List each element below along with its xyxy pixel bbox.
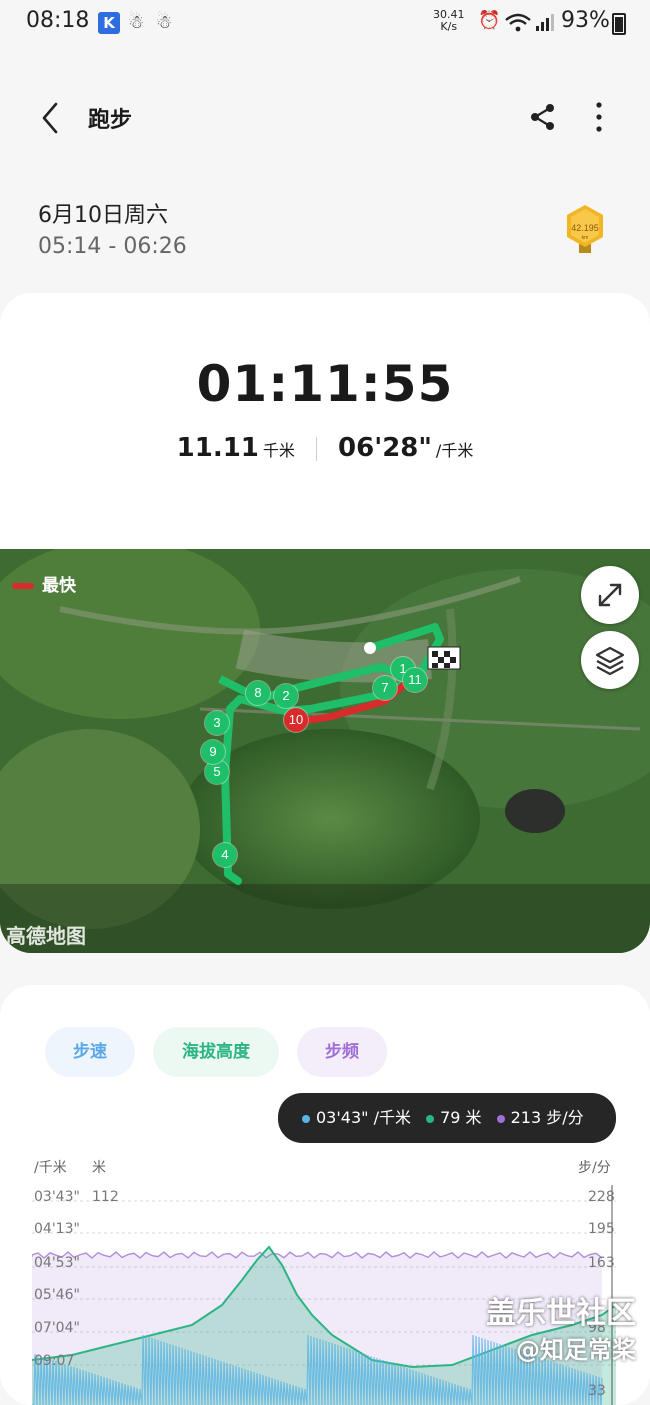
km-marker-2: 2: [274, 684, 298, 708]
map-provider-watermark: 高德地图: [6, 924, 86, 948]
battery-icon: [612, 13, 626, 35]
km-marker-5: 5: [205, 760, 229, 784]
app-bar: 跑步: [0, 80, 650, 152]
pace-unit: /千米: [435, 441, 474, 460]
page-watermark-line1: 盖乐世社区: [486, 1296, 636, 1331]
divider: [315, 436, 317, 461]
page-title: 跑步: [88, 108, 133, 133]
expand-map-button[interactable]: [581, 566, 639, 624]
medal-unit: km: [582, 235, 589, 241]
wifi-icon: [505, 13, 531, 32]
marathon-medal-icon[interactable]: 42.195 km: [561, 203, 609, 255]
tab-pace[interactable]: 步速: [45, 1027, 135, 1077]
signal-icon: [536, 14, 554, 31]
finish-flag-icon: [427, 646, 461, 670]
notification-icon: ☃: [156, 12, 173, 33]
clock: 08:18: [26, 8, 90, 33]
altitude-tick: 112: [92, 1189, 119, 1205]
altitude-dot: [426, 1114, 435, 1123]
cadence-tick: 228: [588, 1189, 615, 1205]
summary-card: 01:11:55 11.11 千米 06'28"/千米 最快 1 2 3 4 5…: [0, 293, 650, 953]
total-duration: 01:11:55: [196, 355, 454, 413]
app-badge-icon: K: [98, 12, 120, 34]
tab-altitude[interactable]: 海拔高度: [153, 1027, 279, 1077]
cadence-dot: [496, 1114, 505, 1123]
pace-axis-unit: /千米: [34, 1160, 67, 1176]
distance-pace-row: 11.11 千米 06'28"/千米: [0, 433, 650, 463]
average-pace: 06'28": [338, 433, 432, 463]
medal-label: 42.195: [571, 223, 599, 233]
more-options-icon[interactable]: [588, 100, 610, 134]
km-marker-11: 11: [403, 668, 427, 692]
km-marker-9: 9: [201, 740, 225, 764]
tab-cadence[interactable]: 步频: [297, 1027, 387, 1077]
pace-tick: 05'46": [34, 1287, 80, 1303]
layers-icon: [595, 646, 625, 676]
distance-unit: 千米: [262, 441, 295, 460]
cadence-tick: 33: [588, 1383, 606, 1399]
pace-tick: 09:07: [34, 1353, 75, 1369]
pace-tick: 04'13": [34, 1221, 80, 1237]
pace-tick: 04'53": [34, 1255, 80, 1271]
notification-icon: ☃: [128, 12, 145, 33]
cadence-tick: 163: [588, 1255, 615, 1271]
total-distance: 11.11: [176, 433, 259, 463]
cadence-tick: 195: [588, 1221, 615, 1237]
km-marker-10: 10: [284, 708, 308, 732]
chart-tooltip: 03'43" /千米 79 米 213 步/分: [278, 1093, 616, 1143]
alarm-icon: ⏰: [478, 10, 501, 31]
km-markers-layer: [364, 642, 461, 670]
session-date: 6月10日周六: [38, 203, 168, 228]
chart-card: 步速 海拔高度 步频 03'43" /千米 79 米 213 步/分 /千米 米…: [0, 985, 650, 1405]
km-marker-8: 8: [246, 681, 270, 705]
net-speed: 30.41 K/s: [433, 8, 465, 33]
back-arrow-icon[interactable]: [36, 98, 66, 138]
tooltip-pace: 03'43" /千米: [316, 1108, 411, 1127]
start-point: [364, 642, 376, 654]
altitude-axis-unit: 米: [92, 1160, 106, 1176]
route-map[interactable]: 最快 1 2 3 4 5 7 8 9 10 11 高德地图: [0, 549, 650, 953]
map-layers-button[interactable]: [581, 631, 639, 689]
session-time-range: 05:14 - 06:26: [38, 234, 187, 259]
page-watermark-line2: @知足常桨: [516, 1336, 636, 1364]
share-icon[interactable]: [528, 102, 558, 132]
pace-tick: 07'04": [34, 1320, 80, 1336]
tooltip-cadence: 213 步/分: [510, 1108, 584, 1127]
tooltip-altitude: 79 米: [440, 1108, 482, 1127]
battery-percent: 93%: [561, 8, 610, 33]
km-marker-4: 4: [213, 843, 237, 867]
cadence-axis-unit: 步/分: [578, 1160, 611, 1176]
km-marker-3: 3: [205, 711, 229, 735]
pace-tick: 03'43": [34, 1189, 80, 1205]
km-marker-7: 7: [373, 676, 397, 700]
expand-icon: [598, 583, 622, 607]
pace-dot: [302, 1114, 310, 1123]
status-bar: 08:18 K ☃ ☃ 30.41 K/s ⏰ 93%: [0, 0, 650, 50]
